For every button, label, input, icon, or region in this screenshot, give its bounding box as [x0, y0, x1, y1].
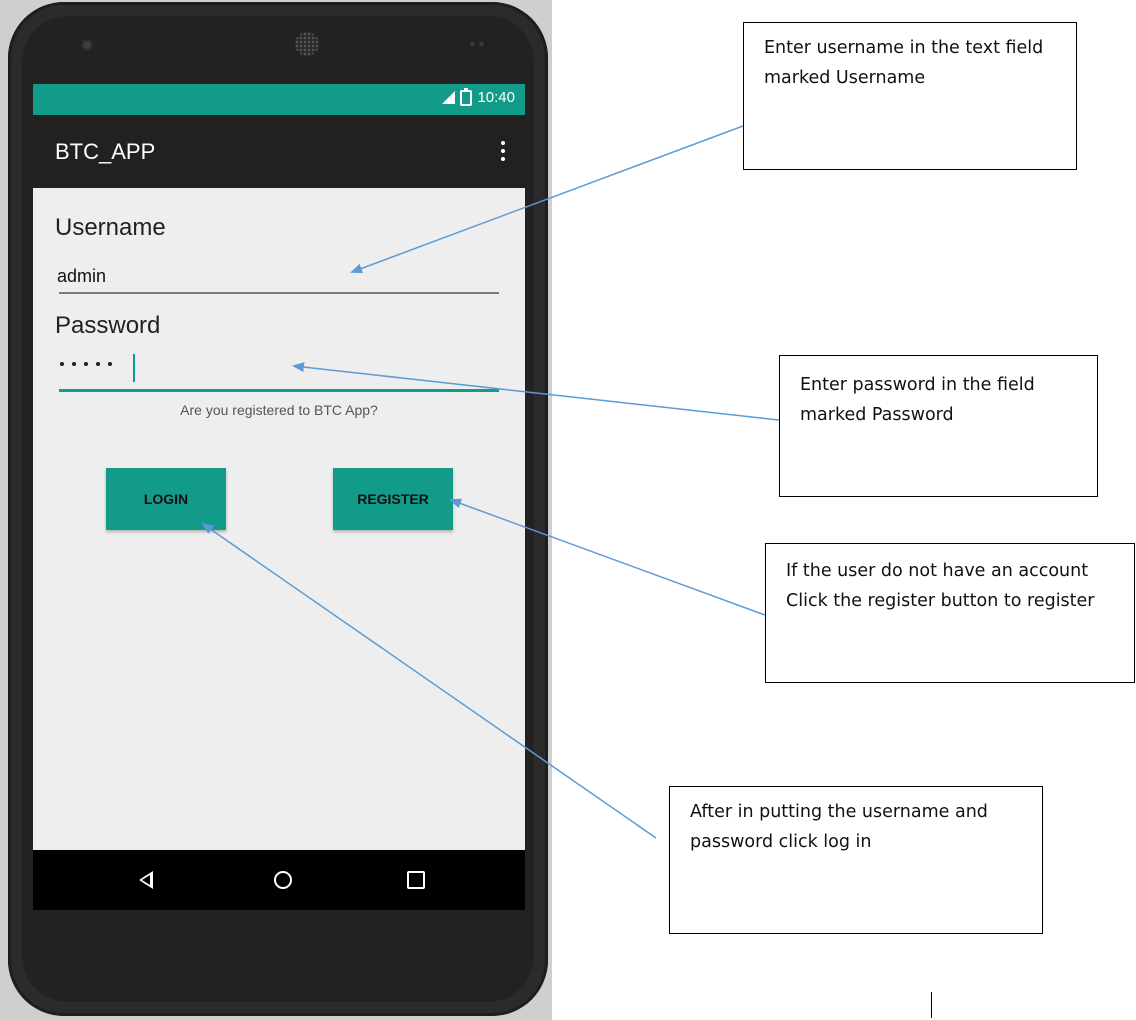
username-field[interactable]: admin	[57, 266, 106, 287]
home-button[interactable]	[268, 865, 298, 895]
proximity-sensor-icon	[468, 41, 486, 47]
battery-icon	[460, 87, 473, 106]
earpiece-speaker-icon	[295, 32, 319, 56]
username-underline	[59, 292, 499, 294]
login-button[interactable]: LOGIN	[106, 468, 226, 530]
more-vert-icon[interactable]	[501, 141, 505, 161]
phone-screen: 10:40 BTC_APP Username admin Password Ar…	[33, 84, 525, 910]
callout-login: After in putting the username and passwo…	[669, 786, 1043, 934]
recents-icon	[407, 871, 425, 889]
app-title: BTC_APP	[55, 139, 156, 164]
home-icon	[274, 871, 292, 889]
username-label: Username	[55, 214, 166, 241]
app-bar: BTC_APP	[33, 115, 525, 188]
status-time: 10:40	[477, 89, 515, 106]
front-camera-icon	[81, 39, 93, 51]
callout-username: Enter username in the text field marked …	[743, 22, 1077, 170]
status-icons: 10:40	[442, 87, 515, 106]
password-underline	[59, 389, 499, 392]
status-bar: 10:40	[33, 84, 525, 115]
text-cursor-line	[931, 992, 932, 1018]
callout-password: Enter password in the field marked Passw…	[779, 355, 1098, 497]
callout-register: If the user do not have an account Click…	[765, 543, 1135, 683]
registration-question: Are you registered to BTC App?	[180, 402, 378, 418]
recents-button[interactable]	[401, 865, 431, 895]
nav-bar	[33, 850, 525, 910]
register-button[interactable]: REGISTER	[333, 468, 453, 530]
password-label: Password	[55, 312, 161, 339]
back-icon	[139, 871, 153, 889]
back-button[interactable]	[131, 865, 161, 895]
text-cursor	[133, 354, 135, 382]
signal-icon	[442, 91, 456, 104]
password-field[interactable]	[60, 362, 112, 366]
